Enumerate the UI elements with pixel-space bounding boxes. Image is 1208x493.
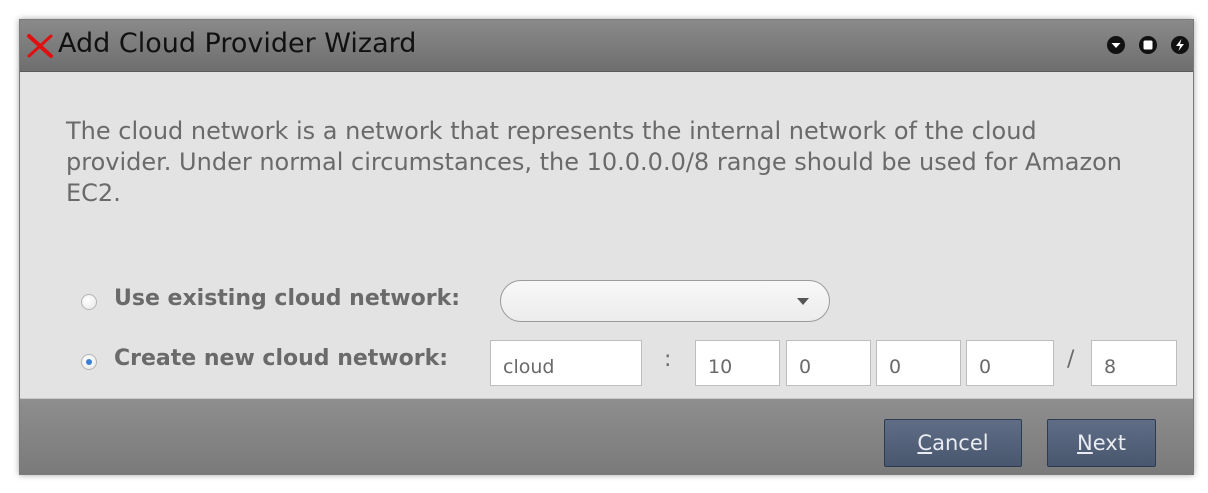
- use-existing-label[interactable]: Use existing cloud network:: [114, 286, 460, 311]
- chevron-down-icon: [797, 298, 809, 305]
- cancel-label: ancel: [932, 431, 989, 455]
- title-bar[interactable]: Add Cloud Provider Wizard: [20, 20, 1193, 72]
- network-name-input[interactable]: [490, 340, 642, 386]
- next-mnemonic: N: [1077, 431, 1093, 455]
- window-title: Add Cloud Provider Wizard: [58, 28, 417, 59]
- next-button[interactable]: Next: [1047, 419, 1156, 467]
- close-icon[interactable]: [1169, 34, 1191, 56]
- ip-octet-4-input[interactable]: [966, 340, 1054, 386]
- cancel-button[interactable]: Cancel: [884, 419, 1022, 467]
- ip-octet-3-input[interactable]: [876, 340, 961, 386]
- wizard-dialog: Add Cloud Provider Wizard The cloud netw…: [19, 19, 1194, 475]
- cancel-mnemonic: C: [917, 431, 933, 455]
- prefix-separator: /: [1067, 347, 1075, 372]
- wizard-body: The cloud network is a network that repr…: [20, 72, 1193, 398]
- prefix-length-input[interactable]: [1091, 340, 1177, 386]
- maximize-icon[interactable]: [1137, 34, 1159, 56]
- ip-octet-1-input[interactable]: [695, 340, 780, 386]
- ip-octet-2-input[interactable]: [786, 340, 871, 386]
- existing-network-select[interactable]: [500, 280, 830, 322]
- app-logo-icon: [27, 34, 53, 58]
- description-text: The cloud network is a network that repr…: [66, 117, 1122, 207]
- button-bar: Cancel Next: [20, 398, 1193, 474]
- create-new-radio[interactable]: [81, 354, 97, 370]
- create-new-label[interactable]: Create new cloud network:: [114, 346, 448, 371]
- minimize-icon[interactable]: [1105, 34, 1127, 56]
- use-existing-radio[interactable]: [81, 294, 97, 310]
- next-label: ext: [1092, 431, 1126, 455]
- name-ip-separator: :: [664, 347, 672, 372]
